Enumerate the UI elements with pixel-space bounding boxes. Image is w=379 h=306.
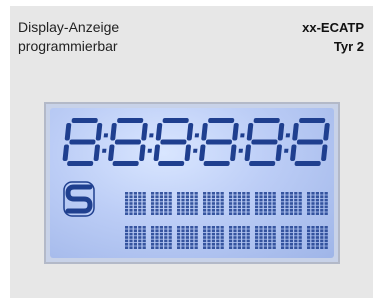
lcd-segment <box>275 144 282 161</box>
matrix-block <box>281 192 302 215</box>
colon-dot <box>284 148 289 153</box>
matrix-block <box>203 192 224 215</box>
model-line1: xx-ECATP <box>302 20 364 35</box>
lcd-segment <box>139 144 146 161</box>
lcd-segment <box>251 139 278 145</box>
lcd-segment <box>186 123 194 141</box>
lcd-digit <box>290 118 330 166</box>
lcd-segment <box>294 161 321 166</box>
lcd-frame <box>44 102 340 264</box>
lcd-digit <box>199 118 239 166</box>
matrix-block <box>151 192 172 215</box>
colon-dot <box>240 133 245 138</box>
lcd-segment <box>64 123 72 141</box>
lcd-segment <box>201 123 208 141</box>
display-title: Display-Anzeige programmierbar <box>18 18 119 56</box>
lcd-segment <box>199 144 206 161</box>
lcd-digit <box>244 118 285 166</box>
lcd-segment <box>162 118 189 123</box>
colon-dot <box>238 148 243 153</box>
dot-matrix <box>125 192 328 249</box>
lcd-segment <box>110 123 117 141</box>
lcd-segment <box>62 144 69 161</box>
display-card: Display-Anzeige programmierbar xx-ECATP … <box>10 6 373 298</box>
lcd-segment <box>71 118 98 123</box>
lcd-segment <box>108 144 115 161</box>
matrix-block <box>151 226 172 249</box>
lcd-digit <box>62 118 103 166</box>
lcd-segment <box>112 161 139 166</box>
lcd-segment <box>158 161 185 166</box>
lcd-segment <box>208 118 235 123</box>
matrix-block <box>281 226 302 249</box>
matrix-block <box>203 226 224 249</box>
lcd-segment <box>230 144 237 161</box>
lcd-segment <box>93 144 100 161</box>
lcd-segment <box>246 123 254 141</box>
matrix-block <box>229 226 250 249</box>
model-label: xx-ECATP Tyr 2 <box>302 18 364 56</box>
model-line2: Tyr 2 <box>333 39 364 54</box>
matrix-block <box>307 192 328 215</box>
colon-dot <box>102 148 107 153</box>
colon-dot <box>147 148 152 153</box>
lcd-segment <box>296 139 323 145</box>
lcd-segment <box>141 123 148 141</box>
lcd-segment <box>153 144 160 161</box>
matrix-block <box>255 192 276 215</box>
lcd-segment <box>321 144 328 161</box>
matrix-block <box>125 192 146 215</box>
lcd-segment <box>203 161 230 166</box>
lcd-segment <box>69 139 96 145</box>
lcd-segment <box>290 144 297 161</box>
lcd-digit <box>153 118 194 166</box>
s-logo-icon <box>63 181 95 217</box>
colon-dot <box>103 133 109 138</box>
colon-dot <box>194 133 200 138</box>
display-title-line2: programmierbar <box>18 38 118 54</box>
colon-dot <box>285 133 291 138</box>
lcd-segment <box>67 161 94 166</box>
matrix-block <box>177 192 198 215</box>
lcd-segment <box>117 118 144 123</box>
seven-segment-digits <box>62 118 330 166</box>
lcd-segment <box>232 123 239 141</box>
matrix-block <box>255 226 276 249</box>
lcd-segment <box>95 123 103 141</box>
colon-dot <box>193 148 198 153</box>
lcd-segment <box>114 139 141 145</box>
display-title-line1: Display-Anzeige <box>18 19 120 35</box>
lcd-screen <box>50 108 334 258</box>
lcd-segment <box>253 118 280 123</box>
lcd-segment <box>249 161 276 166</box>
matrix-block <box>307 226 328 249</box>
lcd-segment <box>292 123 299 141</box>
lcd-segment <box>277 123 285 141</box>
lcd-digit <box>108 118 148 166</box>
lcd-segment <box>155 123 163 141</box>
colon-dot <box>149 133 154 138</box>
lcd-segment <box>205 139 232 145</box>
matrix-block <box>125 226 146 249</box>
matrix-block <box>177 226 198 249</box>
lcd-segment <box>244 144 251 161</box>
lcd-segment <box>160 139 187 145</box>
lcd-segment <box>323 123 330 141</box>
matrix-block <box>229 192 250 215</box>
lcd-segment <box>299 118 326 123</box>
lcd-segment <box>184 144 191 161</box>
lcd-segments <box>62 118 330 249</box>
